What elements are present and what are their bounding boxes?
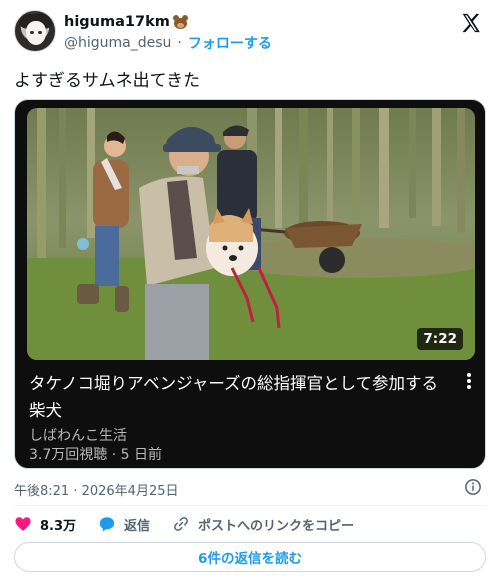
read-replies-button[interactable]: 6件の返信を読む	[14, 542, 486, 572]
separator-dot: ·	[177, 35, 182, 51]
avatar[interactable]	[14, 10, 56, 52]
post-timestamp[interactable]: 午後8:21 · 2026年4月25日	[14, 480, 179, 499]
video-duration: 7:22	[417, 328, 463, 350]
action-bar: 8.3万 返信 ポストへのリンクをコピー	[14, 513, 486, 535]
video-meta: 3.7万回視聴 · 5 日前	[29, 447, 162, 463]
video-channel[interactable]: しばわんこ生活	[29, 425, 127, 445]
divider	[14, 505, 486, 506]
link-icon	[174, 517, 188, 531]
x-logo-icon[interactable]	[460, 12, 482, 34]
reply-label: 返信	[124, 518, 151, 534]
like-count: 8.3万	[40, 518, 77, 534]
follow-button[interactable]: フォローする	[188, 33, 272, 53]
reply-button[interactable]: 返信	[98, 515, 150, 534]
video-title[interactable]: タケノコ堀りアベンジャーズの総指揮官として参加する柴犬	[29, 370, 449, 424]
like-button[interactable]: 8.3万	[14, 515, 76, 534]
tweet-card: higuma17km @higuma_desu · フォローする よすぎるサムネ…	[0, 0, 500, 585]
video-thumbnail[interactable]: 7:22	[27, 108, 475, 360]
more-options-icon[interactable]	[463, 372, 475, 392]
bear-face-icon	[172, 15, 188, 29]
copy-link-label: ポストへのリンクをコピー	[198, 518, 355, 534]
reply-bubble-icon	[99, 517, 115, 532]
youtube-video-card[interactable]: 7:22 タケノコ堀りアベンジャーズの総指揮官として参加する柴犬 しばわんこ生活…	[14, 99, 486, 469]
copy-link-button[interactable]: ポストへのリンクをコピー	[172, 515, 354, 534]
tweet-text: よすぎるサムネ出てきた	[14, 71, 201, 91]
info-icon[interactable]	[464, 478, 482, 496]
tweet-header: higuma17km @higuma_desu · フォローする	[14, 10, 486, 54]
thumbnail-image	[27, 108, 475, 360]
name-row: higuma17km	[64, 12, 188, 32]
heart-icon	[15, 517, 31, 531]
user-handle[interactable]: @higuma_desu	[64, 35, 171, 51]
handle-row: @higuma_desu · フォローする	[64, 34, 272, 52]
timestamp-row: 午後8:21 · 2026年4月25日	[14, 478, 486, 499]
display-name[interactable]: higuma17km	[64, 14, 170, 30]
